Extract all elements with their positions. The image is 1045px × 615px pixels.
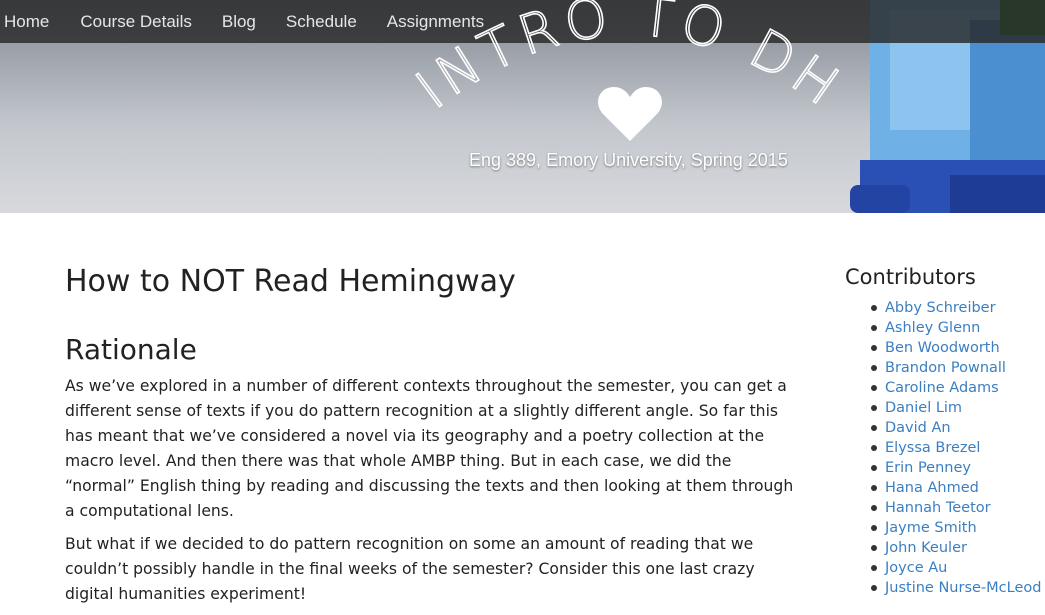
post-paragraph: As we’ve explored in a number of differe… <box>65 377 794 520</box>
post-paragraph: But what if we decided to do pattern rec… <box>65 535 755 603</box>
bullet-icon <box>871 325 877 331</box>
nav-home[interactable]: Home <box>4 12 49 32</box>
contributor-link[interactable]: Erin Penney <box>885 460 971 476</box>
nav-blog[interactable]: Blog <box>222 12 256 32</box>
bullet-icon <box>871 305 877 311</box>
post-title: How to NOT Read Hemingway <box>65 264 516 299</box>
bullet-icon <box>871 525 877 531</box>
contributor-link[interactable]: David An <box>885 420 951 436</box>
bullet-icon <box>871 505 877 511</box>
list-item: Hana Ahmed <box>871 478 1045 498</box>
list-item: John Keuler <box>871 538 1045 558</box>
bullet-icon <box>871 545 877 551</box>
list-item: Daniel Lim <box>871 398 1045 418</box>
contributor-link[interactable]: Brandon Pownall <box>885 360 1006 376</box>
contributor-link[interactable]: Hana Ahmed <box>885 480 979 496</box>
bullet-icon <box>871 425 877 431</box>
list-item: Caroline Adams <box>871 378 1045 398</box>
list-item: Elyssa Brezel <box>871 438 1045 458</box>
contributors-list: Abby Schreiber Ashley Glenn Ben Woodwort… <box>845 298 1045 598</box>
list-item: Ben Woodworth <box>871 338 1045 358</box>
list-item: Jayme Smith <box>871 518 1045 538</box>
bullet-icon <box>871 465 877 471</box>
bullet-icon <box>871 445 877 451</box>
bullet-icon <box>871 385 877 391</box>
bullet-icon <box>871 405 877 411</box>
list-item: Erin Penney <box>871 458 1045 478</box>
list-item: Ashley Glenn <box>871 318 1045 338</box>
contributor-link[interactable]: Abby Schreiber <box>885 300 996 316</box>
header-banner: Home Course Details Blog Schedule Assign… <box>0 0 1045 213</box>
contributor-link[interactable]: Justine Nurse-McLeod <box>885 580 1041 596</box>
contributor-link[interactable]: Joyce Au <box>885 560 947 576</box>
list-item: Hannah Teetor <box>871 498 1045 518</box>
contributor-link[interactable]: Caroline Adams <box>885 380 999 396</box>
heart-icon <box>598 87 662 141</box>
contributor-link[interactable]: John Keuler <box>885 540 967 556</box>
sidebar-title: Contributors <box>845 265 976 289</box>
contributor-link[interactable]: Daniel Lim <box>885 400 962 416</box>
contributors-sidebar: Contributors Abby Schreiber Ashley Glenn… <box>845 262 1045 598</box>
contributor-link[interactable]: Jayme Smith <box>885 520 977 536</box>
list-item: Brandon Pownall <box>871 358 1045 378</box>
contributor-link[interactable]: Ashley Glenn <box>885 320 980 336</box>
bullet-icon <box>871 565 877 571</box>
bullet-icon <box>871 365 877 371</box>
bullet-icon <box>871 485 877 491</box>
post-content: How to NOT Read Hemingway Rationale As w… <box>65 258 805 615</box>
bullet-icon <box>871 585 877 591</box>
nav-course-details[interactable]: Course Details <box>80 12 192 32</box>
list-item: Joyce Au <box>871 558 1045 578</box>
contributor-link[interactable]: Elyssa Brezel <box>885 440 980 456</box>
site-subtitle: Eng 389, Emory University, Spring 2015 <box>469 150 788 170</box>
bullet-icon <box>871 345 877 351</box>
section-heading-rationale: Rationale <box>65 333 197 366</box>
list-item: Justine Nurse-McLeod <box>871 578 1045 598</box>
contributor-link[interactable]: Ben Woodworth <box>885 340 1000 356</box>
contributor-link[interactable]: Hannah Teetor <box>885 500 991 516</box>
list-item: Abby Schreiber <box>871 298 1045 318</box>
nav-schedule[interactable]: Schedule <box>286 12 357 32</box>
list-item: David An <box>871 418 1045 438</box>
